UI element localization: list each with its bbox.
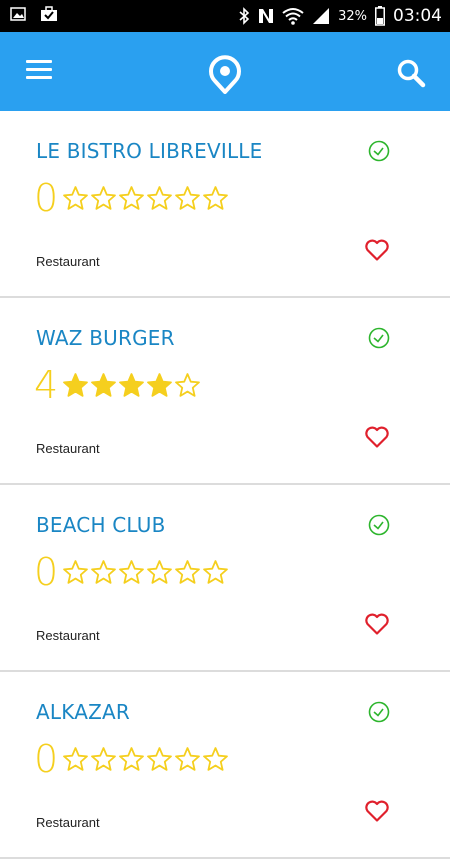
briefcase-check-notification-icon: [41, 6, 57, 21]
location-pin-logo-icon[interactable]: [207, 54, 243, 94]
place-category: Restaurant: [36, 254, 100, 269]
place-category: Restaurant: [36, 628, 100, 643]
rating-value: 0: [34, 176, 59, 220]
favorite-heart-icon[interactable]: [364, 238, 390, 262]
star-empty-icon: [147, 559, 173, 584]
rating-value: 0: [34, 550, 59, 594]
wifi-icon: [282, 8, 304, 25]
place-card[interactable]: BEACH CLUB 0 Restaurant: [0, 485, 450, 672]
star-empty-icon: [147, 185, 173, 210]
star-rating: [62, 746, 229, 773]
bluetooth-icon: [239, 7, 250, 25]
star-filled-icon: [119, 372, 145, 397]
star-empty-icon: [91, 559, 117, 584]
star-empty-icon: [63, 185, 89, 210]
battery-percent: 32%: [338, 8, 367, 24]
nfc-icon: [259, 9, 274, 23]
star-empty-icon: [119, 185, 145, 210]
rating: 0: [34, 553, 229, 591]
place-card[interactable]: LE BISTRO LIBREVILLE 0 Restaurant: [0, 111, 450, 298]
star-empty-icon: [203, 746, 229, 771]
place-card[interactable]: WAZ BURGER 4 Restaurant: [0, 298, 450, 485]
rating-value: 0: [34, 737, 59, 781]
star-empty-icon: [63, 559, 89, 584]
star-filled-icon: [147, 372, 173, 397]
rating-value: 4: [34, 363, 59, 407]
rating: 0: [34, 740, 229, 778]
star-empty-icon: [91, 746, 117, 771]
place-name[interactable]: WAZ BURGER: [36, 326, 175, 350]
place-name[interactable]: BEACH CLUB: [36, 513, 166, 537]
star-rating: [62, 185, 229, 212]
clock-time: 03:04: [393, 6, 442, 26]
star-empty-icon: [119, 559, 145, 584]
star-empty-icon: [147, 746, 173, 771]
star-empty-icon: [175, 185, 201, 210]
signal-icon: [313, 8, 330, 24]
clock-icon: [368, 327, 390, 349]
favorite-heart-icon[interactable]: [364, 425, 390, 449]
star-empty-icon: [203, 559, 229, 584]
place-category: Restaurant: [36, 441, 100, 456]
status-bar: 32% 03:04: [0, 0, 450, 32]
app-bar: [0, 32, 450, 111]
star-filled-icon: [91, 372, 117, 397]
star-empty-icon: [203, 185, 229, 210]
star-empty-icon: [119, 746, 145, 771]
place-name[interactable]: ALKAZAR: [36, 700, 130, 724]
star-rating: [62, 372, 201, 399]
star-filled-icon: [63, 372, 89, 397]
clock-icon: [368, 701, 390, 723]
star-empty-icon: [63, 746, 89, 771]
place-category: Restaurant: [36, 815, 100, 830]
gallery-notification-icon: [10, 7, 26, 21]
place-card[interactable]: ALKAZAR 0 Restaurant: [0, 672, 450, 859]
star-empty-icon: [175, 559, 201, 584]
search-icon[interactable]: [396, 58, 426, 88]
clock-icon: [368, 514, 390, 536]
star-empty-icon: [175, 372, 201, 397]
star-empty-icon: [175, 746, 201, 771]
star-rating: [62, 559, 229, 586]
favorite-heart-icon[interactable]: [364, 612, 390, 636]
battery-icon: [375, 6, 385, 26]
clock-icon: [368, 140, 390, 162]
place-name[interactable]: LE BISTRO LIBREVILLE: [36, 139, 262, 163]
star-empty-icon: [91, 185, 117, 210]
rating: 0: [34, 179, 229, 217]
rating: 4: [34, 366, 201, 404]
place-list: LE BISTRO LIBREVILLE 0 Restaurant WAZ BU…: [0, 111, 450, 859]
hamburger-menu-icon[interactable]: [26, 60, 52, 82]
favorite-heart-icon[interactable]: [364, 799, 390, 823]
